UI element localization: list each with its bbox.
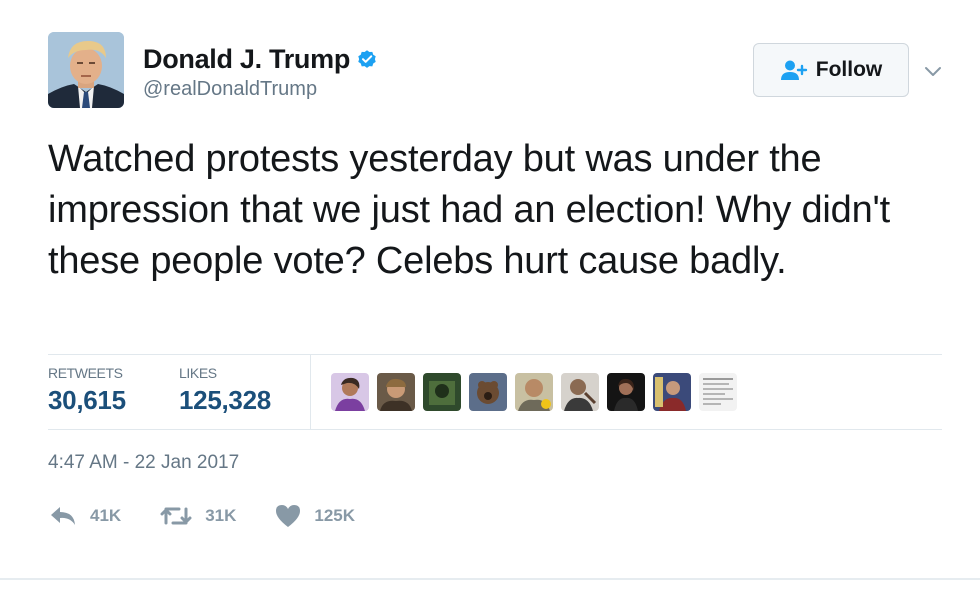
heart-icon [276,505,301,527]
follow-button-label: Follow [815,58,883,81]
reply-icon [51,507,75,525]
tweet-card: Donald J. Trump @realDonaldTrump Follow … [0,0,980,589]
stats-bottom-divider [48,429,942,430]
liker-avatars [331,373,737,411]
likes-stat[interactable]: LIKES 125,328 [179,365,271,416]
verified-badge-icon [358,50,376,68]
reply-button[interactable]: 41K [48,503,121,529]
liker-avatar[interactable] [469,373,507,411]
author-avatar[interactable] [48,32,124,108]
liker-avatar[interactable] [515,373,553,411]
tweet-timestamp[interactable]: 4:47 AM - 22 Jan 2017 [48,452,239,474]
author-name-row[interactable]: Donald J. Trump [143,42,378,76]
retweets-label: RETWEETS [48,365,123,381]
add-user-icon [780,60,807,80]
retweet-count: 31K [205,506,237,525]
tweet-text: Watched protests yesterday but was under… [48,138,890,282]
liker-avatar[interactable] [653,373,691,411]
like-button[interactable]: 125K [274,503,355,529]
tweet-actions: 41K 31K 125K [48,503,393,529]
like-count: 125K [314,506,356,525]
tweet-stats: RETWEETS 30,615 LIKES 125,328 [48,355,942,429]
avatar-image [48,32,124,108]
stats-separator [310,355,311,429]
retweet-icon [160,507,192,525]
reply-count: 41K [90,506,122,525]
liker-avatar[interactable] [331,373,369,411]
tweet-bottom-border [0,578,980,580]
likes-label: LIKES [179,365,217,381]
retweets-stat[interactable]: RETWEETS 30,615 [48,365,126,416]
liker-avatar[interactable] [377,373,415,411]
chevron-down-icon[interactable] [922,60,944,82]
liker-avatar[interactable] [607,373,645,411]
liker-avatar[interactable] [699,373,737,411]
author-display-name[interactable]: Donald J. Trump [143,44,350,75]
retweets-value: 30,615 [48,385,126,415]
retweet-button[interactable]: 31K [159,503,236,529]
liker-avatar[interactable] [423,373,461,411]
follow-button[interactable]: Follow [753,43,909,97]
author-handle[interactable]: @realDonaldTrump [143,78,317,101]
likes-value: 125,328 [179,385,271,415]
liker-avatar[interactable] [561,373,599,411]
